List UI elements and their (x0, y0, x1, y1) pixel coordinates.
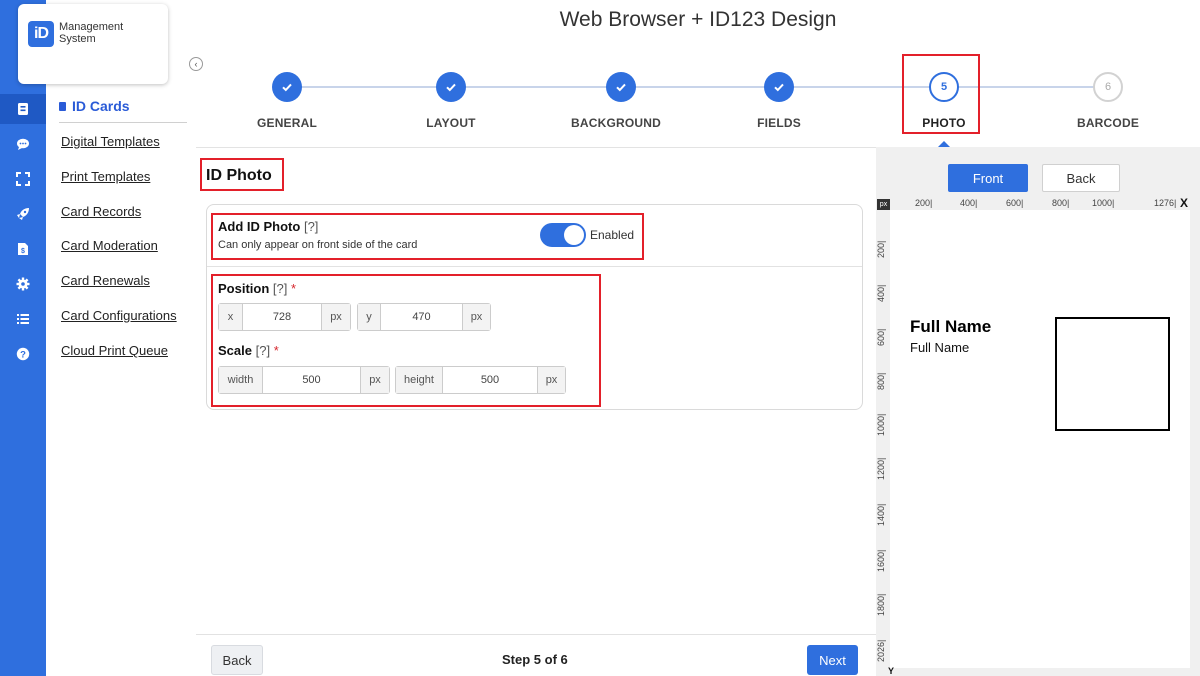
id-card-icon[interactable] (0, 94, 56, 124)
back-button[interactable]: Back (211, 645, 263, 675)
step-background-label[interactable]: BACKGROUND (556, 116, 676, 130)
card-divider (207, 266, 862, 267)
sidebar-link-card-configurations[interactable]: Card Configurations (61, 308, 177, 323)
ruler-y-tick: 800| (876, 372, 886, 390)
position-scale-highlight (211, 274, 601, 407)
sidebar-link-card-records[interactable]: Card Records (61, 204, 141, 219)
step-barcode-label[interactable]: BARCODE (1048, 116, 1168, 130)
chat-icon[interactable] (0, 129, 46, 159)
check-icon (774, 83, 784, 92)
ruler-y-tick: 1400| (876, 503, 886, 526)
sidebar-link-card-renewals[interactable]: Card Renewals (61, 273, 150, 288)
ruler-x-label: X (1180, 196, 1189, 210)
step-progress-text: Step 5 of 6 (502, 652, 568, 667)
stepper-track (300, 86, 1106, 88)
sidebar-heading-label: ID Cards (72, 98, 130, 114)
gear-icon[interactable] (0, 269, 46, 299)
check-icon (282, 83, 292, 92)
list-icon[interactable] (0, 304, 46, 334)
chevron-left-icon: ‹ (194, 59, 198, 69)
icon-rail: $ ? (0, 0, 56, 676)
sidebar-link-print-templates[interactable]: Print Templates (61, 169, 150, 184)
svg-text:$: $ (21, 248, 25, 255)
ruler-y-tick: 1200| (876, 457, 886, 480)
content-divider (196, 147, 876, 148)
sidebar-link-card-moderation[interactable]: Card Moderation (61, 238, 158, 253)
ruler-x-tick: 400| (960, 198, 978, 208)
sidebar-divider (59, 122, 187, 123)
ruler-x-tick: 800| (1052, 198, 1070, 208)
ruler-y-tick: 1000| (876, 413, 886, 436)
sidebar-heading[interactable]: ID Cards (59, 98, 130, 114)
card-photo-placeholder[interactable] (1055, 317, 1170, 431)
horizontal-ruler: 200| 400| 600| 800| 1000| 1276| (890, 196, 1190, 210)
vertical-ruler: 200| 400| 600| 800| 1000| 1200| 1400| 16… (876, 210, 890, 676)
step-general-label[interactable]: GENERAL (227, 116, 347, 130)
sidebar-link-cloud-print-queue[interactable]: Cloud Print Queue (61, 343, 168, 358)
card-full-name[interactable]: Full Name (910, 340, 969, 355)
ruler-y-tick: 200| (876, 240, 886, 258)
help-icon[interactable]: ? (0, 339, 46, 369)
collapse-sidebar-button[interactable]: ‹ (189, 57, 203, 71)
logo-text: Management System (59, 21, 124, 45)
rocket-icon[interactable] (0, 199, 46, 229)
add-photo-highlight (211, 213, 644, 260)
next-button[interactable]: Next (807, 645, 858, 675)
check-icon (616, 83, 626, 92)
ruler-x-tick: 1000| (1092, 198, 1115, 208)
ruler-x-tick: 600| (1006, 198, 1024, 208)
app-logo[interactable]: iD Management System (18, 4, 168, 84)
ruler-y-tick: 1600| (876, 549, 886, 572)
page-title: Web Browser + ID123 Design (559, 8, 837, 31)
ruler-y-tick: 600| (876, 328, 886, 346)
ruler-y-tick: 1800| (876, 593, 886, 616)
step-layout-label[interactable]: LAYOUT (391, 116, 511, 130)
svg-text:?: ? (20, 350, 26, 361)
preview-back-button[interactable]: Back (1042, 164, 1120, 192)
id-card-icon (59, 101, 66, 111)
step-background-circle[interactable] (606, 72, 636, 102)
card-full-name-bold[interactable]: Full Name (910, 317, 991, 337)
step-layout-circle[interactable] (436, 72, 466, 102)
ruler-x-tick: 200| (915, 198, 933, 208)
card-canvas[interactable] (890, 210, 1190, 668)
step-fields-label[interactable]: FIELDS (719, 116, 839, 130)
expand-icon[interactable] (0, 164, 46, 194)
ruler-y-label: Y (888, 666, 895, 676)
check-icon (446, 83, 456, 92)
ruler-y-tick: 400| (876, 284, 886, 302)
preview-front-button[interactable]: Front (948, 164, 1028, 192)
invoice-icon[interactable]: $ (0, 234, 46, 264)
step-general-circle[interactable] (272, 72, 302, 102)
ruler-y-tick: 2026| (876, 639, 886, 662)
step-fields-circle[interactable] (764, 72, 794, 102)
step-barcode-circle[interactable]: 6 (1093, 72, 1123, 102)
footer-divider (196, 634, 876, 635)
section-title-highlight (200, 158, 284, 191)
logo-mark: iD (28, 21, 54, 47)
ruler-x-tick: 1276| (1154, 198, 1177, 208)
photo-step-highlight (902, 54, 980, 134)
ruler-unit-badge: px (877, 199, 890, 210)
sidebar-link-digital-templates[interactable]: Digital Templates (61, 134, 160, 149)
